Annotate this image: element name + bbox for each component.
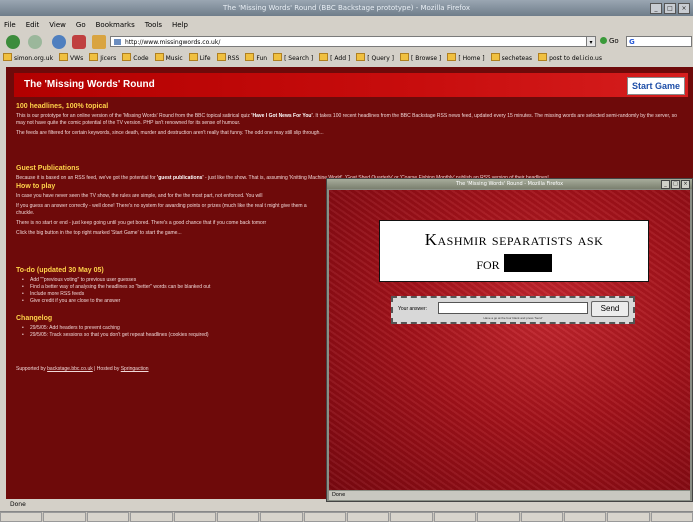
answer-panel: Your answer: Send Have a go at the four … [391,296,635,324]
game-window-titlebar: The 'Missing Words' Round - Mozilla Fire… [327,179,692,189]
intro-section: 100 headlines, 100% topical This is our … [16,103,686,137]
missing-word-blank [503,254,552,272]
headline-line-1: Kashmir separatists ask [424,230,604,249]
howto-heading: How to play [16,183,56,190]
headline-word: for [476,254,500,273]
maximize-icon[interactable]: □ [671,180,680,189]
list-item: 29/5/05: Track sessions so that you don'… [16,332,326,339]
menu-help[interactable]: Help [172,18,188,32]
stop-icon[interactable] [72,35,86,49]
bookmark-item[interactable]: Life [189,52,211,65]
game-window-title: The 'Missing Words' Round - Mozilla Fire… [455,181,564,187]
menu-file[interactable]: File [4,18,16,32]
page-title: The 'Missing Words' Round [24,79,155,90]
howto-paragraph-2: If you guess an answer correctly - well … [16,203,307,216]
send-button[interactable]: Send [591,301,629,317]
todo-section: To-do (updated 30 May 05) Add ""previous… [16,267,326,305]
footer-label: | Hosted by [92,366,121,372]
bookmark-item[interactable]: Jicers [89,52,116,65]
bookmark-item[interactable]: VWs [59,52,83,65]
url-text: http://www.missingwords.co.uk/ [125,39,221,46]
reload-icon[interactable] [52,35,66,49]
host-link[interactable]: Springaction [121,366,149,372]
howto-paragraph-4: Click the big button in the top right ma… [16,230,182,236]
menu-go[interactable]: Go [76,18,86,32]
home-icon[interactable] [92,35,106,49]
list-item: Include more RSS feeds [16,291,326,298]
minimize-icon[interactable]: _ [661,180,670,189]
menu-tools[interactable]: Tools [145,18,162,32]
list-item: 29/5/05: Add headers to prevent caching [16,325,326,332]
todo-heading: To-do (updated 30 May 05) [16,267,104,274]
intro-paragraph: This is our prototype for an online vers… [16,113,686,127]
favicon-icon [114,39,121,45]
browser-window: The 'Missing Words' Round (BBC Backstage… [0,0,693,522]
page-footer: Supported by backstage.bbc.co.uk | Hoste… [16,363,326,373]
headline-card: Kashmir separatists ask for [379,220,649,282]
headline-line-2: for [380,253,648,275]
guest-heading: Guest Publications [16,165,80,172]
forward-icon[interactable] [28,35,42,49]
bookmark-item[interactable]: Fun [245,52,267,65]
bookmark-item[interactable]: [ Add ] [319,52,350,65]
guest-emphasis: 'guest publications' [157,175,204,181]
bookmarks-toolbar: simon.org.uk VWs Jicers Code Music Life … [0,52,693,65]
game-popup-window: The 'Missing Words' Round - Mozilla Fire… [326,178,693,502]
maximize-icon[interactable]: □ [664,3,676,14]
bookmark-item[interactable]: simon.org.uk [3,52,53,65]
bookmark-item[interactable]: [ Query ] [356,52,394,65]
bookmark-item[interactable]: secheteas [491,52,532,65]
menu-view[interactable]: View [49,18,66,32]
bookmark-item[interactable]: [ Home ] [447,52,484,65]
footer-text: Supported by backstage.bbc.co.uk | Hoste… [16,366,326,373]
go-icon [600,37,607,44]
answer-hint: Have a go at the four blank and press 'S… [483,316,543,320]
footer-label: Supported by [16,366,48,372]
backstage-link[interactable]: backstage.bbc.co.uk [47,366,93,372]
minimize-icon[interactable]: _ [650,3,662,14]
close-icon[interactable]: × [678,3,690,14]
bookmark-item[interactable]: [ Search ] [273,52,313,65]
intro-paragraph-2: The feeds are filtered for certain keywo… [16,130,324,136]
game-status-bar: Done [329,491,690,500]
answer-input[interactable] [438,302,588,314]
bookmark-item[interactable]: [ Browse ] [400,52,441,65]
list-item: Give credit if you are close to the answ… [16,298,326,305]
list-item: Find a better way of analysing the headl… [16,284,326,291]
bookmark-item[interactable]: post to del.icio.us [538,52,602,65]
intro-heading: 100 headlines, 100% topical [16,103,109,110]
list-item: Add ""previous voting" to previous user … [16,277,326,284]
go-button[interactable]: Go [600,36,619,47]
go-label: Go [609,37,619,45]
answer-label: Your answer: [398,306,427,312]
search-input[interactable]: G [626,36,692,47]
guest-text: Because it is based on an RSS feed, we'v… [16,175,158,181]
changelog-heading: Changelog [16,315,53,322]
howto-section: How to play In case you have never seen … [16,183,326,237]
howto-paragraph-3: There is no start or end - just keep goi… [16,220,267,226]
bookmark-item[interactable]: Music [155,52,183,65]
page-banner: The 'Missing Words' Round Start Game [14,73,688,97]
window-titlebar: The 'Missing Words' Round (BBC Backstage… [0,0,693,16]
bookmark-item[interactable]: RSS [217,52,240,65]
game-canvas: Kashmir separatists ask for Your answer:… [329,190,690,490]
search-engine-icon: G [629,38,635,46]
menu-edit[interactable]: Edit [26,18,40,32]
intro-text: This is our prototype for an online vers… [16,113,252,119]
url-dropdown-icon[interactable]: ▾ [586,36,596,47]
howto-paragraph-1: In case you have never seen the TV show,… [16,193,263,199]
menu-bookmarks[interactable]: Bookmarks [96,18,135,32]
close-icon[interactable]: × [681,180,690,189]
taskbar [0,511,693,522]
start-game-button[interactable]: Start Game [626,77,685,95]
bookmark-item[interactable]: Code [122,52,148,65]
menu-bar: File Edit View Go Bookmarks Tools Help [0,18,693,32]
back-icon[interactable] [6,35,20,49]
changelog-section: Changelog 29/5/05: Add headers to preven… [16,315,326,339]
show-name: 'Have I Got News For You' [251,113,313,119]
window-title: The 'Missing Words' Round (BBC Backstage… [223,4,470,12]
url-input[interactable]: http://www.missingwords.co.uk/ [110,36,590,47]
